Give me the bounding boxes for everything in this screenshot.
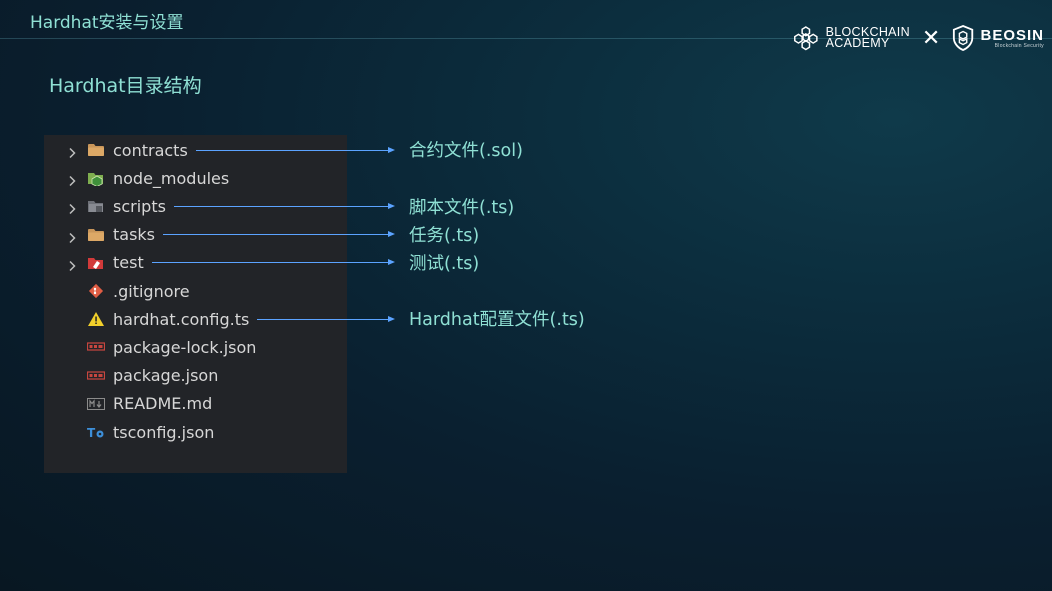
folder-icon [87, 142, 105, 158]
explorer-item-readme-md[interactable]: README.md [44, 390, 347, 418]
annotation-label: 任务(.ts) [409, 225, 480, 246]
chevron-right-icon[interactable] [66, 229, 78, 243]
explorer-item-label: .gitignore [113, 281, 190, 301]
explorer-item-label: scripts [113, 196, 166, 216]
annotation-arrow [151, 258, 395, 268]
explorer-item-label: package.json [113, 366, 219, 386]
chevron-right-icon[interactable] [66, 257, 78, 271]
blockchain-academy-wordmark: BLOCKCHAIN ACADEMY [825, 26, 910, 50]
annotation-label: Hardhat配置文件(.ts) [409, 310, 585, 331]
beosin-text: BEOSIN [980, 26, 1044, 44]
explorer-item-gitignore[interactable]: .gitignore [44, 277, 347, 305]
explorer-item-label: tasks [113, 225, 156, 245]
explorer-item-label: hardhat.config.ts [113, 309, 250, 329]
scripts-folder-icon [87, 198, 105, 214]
explorer-item-label: test [113, 253, 144, 273]
section-title: Hardhat目录结构 [49, 75, 202, 97]
annotation-arrow [195, 145, 395, 155]
annotation-label: 脚本文件(.ts) [409, 197, 515, 218]
annotation-arrow [257, 314, 395, 324]
explorer-item-package-json[interactable]: package.json [44, 362, 347, 390]
explorer-item-label: tsconfig.json [113, 422, 215, 442]
collab-cross-icon: ✕ [921, 25, 941, 51]
annotation-label: 合约文件(.sol) [409, 141, 523, 162]
test-folder-icon [87, 255, 105, 271]
explorer-item-label: node_modules [113, 168, 230, 188]
node-folder-icon [87, 170, 105, 187]
explorer-item-label: README.md [113, 394, 213, 414]
beosin-wordmark: BEOSIN Blockchain Security [980, 28, 1044, 49]
beosin-subtitle: Blockchain Security [994, 42, 1044, 49]
svg-text:T: T [87, 426, 96, 439]
chevron-right-icon[interactable] [66, 200, 78, 215]
blockchain-academy-logo-icon [794, 26, 818, 51]
folder-icon [87, 227, 105, 243]
annotation-arrow [163, 230, 395, 240]
explorer-item-tsconfig-json[interactable]: Ttsconfig.json [44, 418, 347, 446]
explorer-item-node-modules[interactable]: node_modules [44, 164, 347, 192]
chevron-right-icon[interactable] [66, 172, 78, 187]
annotation-arrow [173, 202, 395, 212]
annotation-label: 测试(.ts) [409, 253, 480, 274]
beosin-shield-logo-icon [953, 25, 974, 51]
file-explorer-panel: contracts node_modulesscripts tasks test .gi… [44, 135, 347, 473]
academy-text: ACADEMY [825, 36, 890, 50]
chevron-right-icon[interactable] [66, 144, 78, 159]
markdown-icon [87, 396, 105, 412]
explorer-item-label: contracts [113, 140, 188, 160]
brand-logos: BLOCKCHAIN ACADEMY ✕ BEOSIN Blockchain S… [792, 20, 1044, 56]
warning-icon [87, 311, 105, 327]
npm-icon [87, 368, 105, 384]
npm-icon [87, 339, 105, 355]
slide-header-title: Hardhat安装与设置 [30, 13, 184, 33]
explorer-item-label: package-lock.json [113, 337, 257, 357]
explorer-item-package-lock-json[interactable]: package-lock.json [44, 333, 347, 361]
git-icon [87, 283, 105, 299]
tsconfig-icon: T [87, 424, 105, 440]
